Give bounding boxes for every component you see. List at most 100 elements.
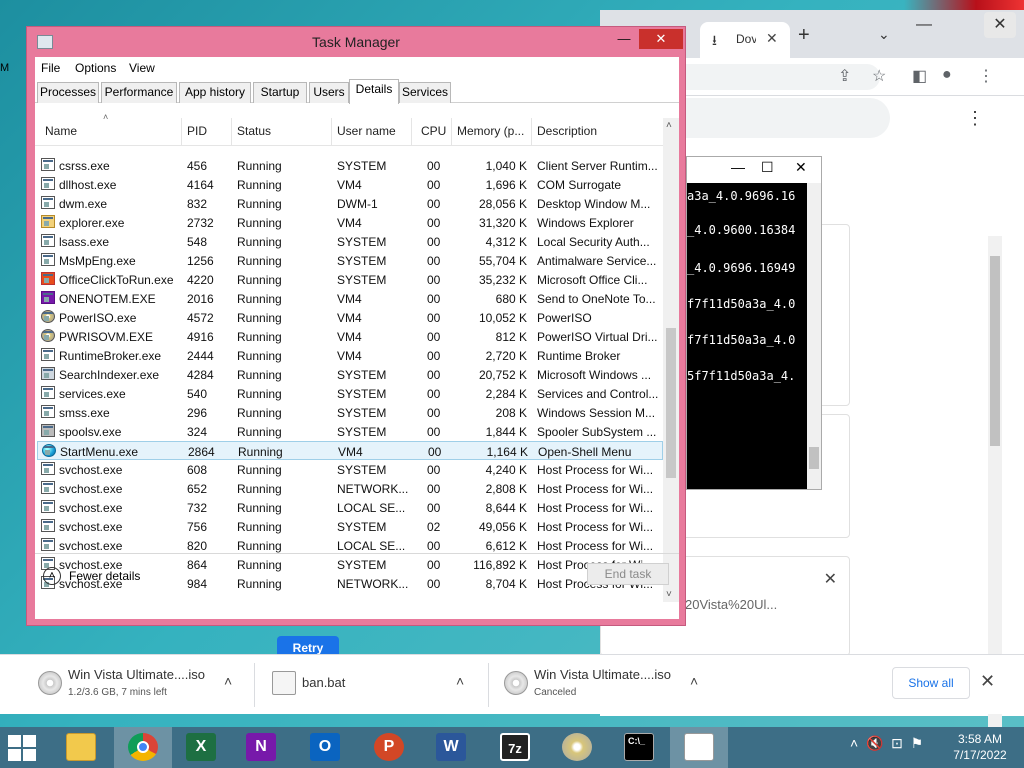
table-row[interactable]: svchost.exe 608 Running SYSTEM 00 4,240 K Host… <box>37 460 663 479</box>
table-row[interactable]: spoolsv.exe 324 Running SYSTEM 00 1,844 K Spoo… <box>37 422 663 441</box>
cell-cpu: 00 <box>427 292 441 306</box>
scroll-down-icon[interactable]: ˅ <box>666 589 672 600</box>
table-row[interactable]: svchost.exe 756 Running SYSTEM 02 49,056 K Hos… <box>37 517 663 536</box>
word-icon[interactable]: W <box>422 727 480 768</box>
close-window-icon[interactable]: ✕ <box>984 12 1016 38</box>
show-all-button[interactable]: Show all <box>892 667 970 699</box>
minimize-icon[interactable]: — <box>916 16 932 34</box>
minimize-icon[interactable]: — <box>611 29 637 49</box>
console-scrollbar[interactable] <box>807 183 821 489</box>
tab-close-icon[interactable]: ✕ <box>766 30 778 47</box>
table-row[interactable]: dllhost.exe 4164 Running VM4 00 1,696 K COM Su… <box>37 175 663 194</box>
menu-view[interactable]: View <box>129 61 155 75</box>
minimize-icon[interactable]: — <box>731 159 745 175</box>
table-row[interactable]: PowerISO.exe 4572 Running VM4 00 10,052 K Powe… <box>37 308 663 327</box>
table-row[interactable]: csrss.exe 456 Running SYSTEM 00 1,040 K Client… <box>37 156 663 175</box>
column-header-pid[interactable]: PID <box>187 124 207 138</box>
cell-user: SYSTEM <box>337 425 387 439</box>
system-tray-icons[interactable]: ˄ 🔇 ⊡ ⚑ <box>850 735 923 752</box>
profile-avatar-icon[interactable]: ● <box>942 66 952 84</box>
column-header-status[interactable]: Status <box>237 124 271 138</box>
cell-desc: Client Server Runtim... <box>537 159 658 173</box>
table-row[interactable]: StartMenu.exe 2864 Running VM4 00 1,164 K Open… <box>37 441 663 460</box>
column-header-user-name[interactable]: User name <box>337 124 396 138</box>
remove-download-icon[interactable]: ✕ <box>824 569 837 589</box>
excel-icon[interactable]: X <box>172 727 230 768</box>
table-row[interactable]: MsMpEng.exe 1256 Running SYSTEM 00 55,704 K An… <box>37 251 663 270</box>
chevron-up-icon[interactable]: ˄ <box>456 673 464 689</box>
tab-users[interactable]: Users <box>309 82 349 103</box>
column-header-cpu[interactable]: CPU <box>421 124 446 138</box>
chevron-up-icon[interactable]: ˄ <box>224 673 232 689</box>
new-tab-icon[interactable]: + <box>798 24 810 47</box>
chrome-menu-icon[interactable]: ⋮ <box>978 66 994 86</box>
table-row[interactable]: svchost.exe 732 Running LOCAL SE... 00 8,644 … <box>37 498 663 517</box>
table-row[interactable]: explorer.exe 2732 Running VM4 00 31,320 K Wind… <box>37 213 663 232</box>
download-item[interactable]: Win Vista Ultimate....iso Canceled ˄ <box>500 655 710 715</box>
cell-desc: Host Process for Wi... <box>537 520 654 534</box>
task-manager-titlebar[interactable]: Task Manager — ☐ ✕ <box>27 27 685 59</box>
fewer-details-button[interactable]: ˄ Fewer details <box>43 565 243 589</box>
column-header-name[interactable]: Name <box>45 124 77 138</box>
cell-desc: Runtime Broker <box>537 349 621 363</box>
table-row[interactable]: svchost.exe 652 Running NETWORK... 00 2,808 K… <box>37 479 663 498</box>
close-icon[interactable]: ✕ <box>795 159 807 176</box>
column-header-memory[interactable]: Memory (p... <box>457 124 524 138</box>
tab-startup[interactable]: Startup <box>253 82 307 103</box>
table-row[interactable]: smss.exe 296 Running SYSTEM 00 208 K Windows S… <box>37 403 663 422</box>
menu-file[interactable]: File <box>41 61 60 75</box>
tab-details[interactable]: Details <box>349 79 399 104</box>
bookmark-star-icon[interactable]: ☆ <box>872 66 886 86</box>
side-panel-icon[interactable]: ◧ <box>912 66 927 86</box>
start-button[interactable] <box>8 735 38 761</box>
cell-cpu: 00 <box>427 387 441 401</box>
maximize-icon[interactable]: ☐ <box>761 159 774 176</box>
download-item[interactable]: Win Vista Ultimate....iso 1.2/3.6 GB, 7 … <box>34 655 244 715</box>
menu-options[interactable]: Options <box>75 61 116 75</box>
end-task-button[interactable]: End task <box>587 563 669 585</box>
tab-processes[interactable]: Processes <box>37 82 99 103</box>
close-icon[interactable]: ✕ <box>639 29 683 49</box>
share-icon[interactable]: ⇪ <box>838 66 851 86</box>
outlook-icon[interactable]: O <box>296 727 354 768</box>
cell-cpu: 00 <box>427 311 441 325</box>
scrollbar-thumb[interactable] <box>666 328 676 478</box>
command-prompt-icon[interactable]: C:\_ <box>610 727 668 768</box>
clock[interactable]: 3:58 AM 7/17/2022 <box>944 731 1016 763</box>
tab-app-history[interactable]: App history <box>179 82 251 103</box>
onenote-icon[interactable]: N <box>232 727 290 768</box>
chrome-icon[interactable] <box>114 727 172 768</box>
process-icon <box>41 424 55 437</box>
poweriso-icon[interactable] <box>548 727 606 768</box>
tab-services[interactable]: Services <box>399 82 451 103</box>
cell-mem: 8,644 K <box>485 501 527 515</box>
retry-button[interactable]: Retry <box>277 636 339 654</box>
cell-user: SYSTEM <box>337 558 387 572</box>
table-row[interactable]: SearchIndexer.exe 4284 Running SYSTEM 00 20,7… <box>37 365 663 384</box>
download-item[interactable]: ban.bat ˄ <box>268 655 478 715</box>
table-row[interactable]: services.exe 540 Running SYSTEM 00 2,284 K Ser… <box>37 384 663 403</box>
table-row[interactable]: ONENOTEM.EXE 2016 Running VM4 00 680 K Send to… <box>37 289 663 308</box>
console-line: f7f11d50a3a_4.0 <box>687 297 796 311</box>
chevron-up-icon[interactable]: ˄ <box>690 673 698 689</box>
close-icon[interactable]: ✕ <box>980 671 995 692</box>
table-row[interactable]: lsass.exe 548 Running SYSTEM 00 4,312 K Local … <box>37 232 663 251</box>
powerpoint-icon[interactable]: P <box>360 727 418 768</box>
notepad-icon[interactable] <box>670 727 728 768</box>
file-explorer-icon[interactable] <box>52 727 110 768</box>
tab-performance[interactable]: Performance <box>101 82 177 103</box>
table-row[interactable]: OfficeClickToRun.exe 4220 Running SYSTEM 00 3… <box>37 270 663 289</box>
process-list-scrollbar[interactable]: ˄ ˅ <box>663 118 679 602</box>
cell-user: VM4 <box>337 311 362 325</box>
7zip-icon[interactable]: 7z <box>486 727 544 768</box>
tab-search-chevron-icon[interactable]: ⌄ <box>878 26 890 43</box>
column-header-description[interactable]: Description <box>537 124 597 138</box>
chrome-tab-downloads[interactable]: ⭳ Dov ✕ <box>700 22 790 58</box>
cell-user: VM4 <box>338 445 363 459</box>
scroll-up-icon[interactable]: ˄ <box>666 120 672 131</box>
table-row[interactable]: RuntimeBroker.exe 2444 Running VM4 00 2,720 K… <box>37 346 663 365</box>
page-menu-icon[interactable]: ⋮ <box>966 108 984 129</box>
table-row[interactable]: PWRISOVM.EXE 4916 Running VM4 00 812 K PowerIS… <box>37 327 663 346</box>
table-row[interactable]: dwm.exe 832 Running DWM-1 00 28,056 K Desktop … <box>37 194 663 213</box>
cell-mem: 20,752 K <box>478 368 527 382</box>
